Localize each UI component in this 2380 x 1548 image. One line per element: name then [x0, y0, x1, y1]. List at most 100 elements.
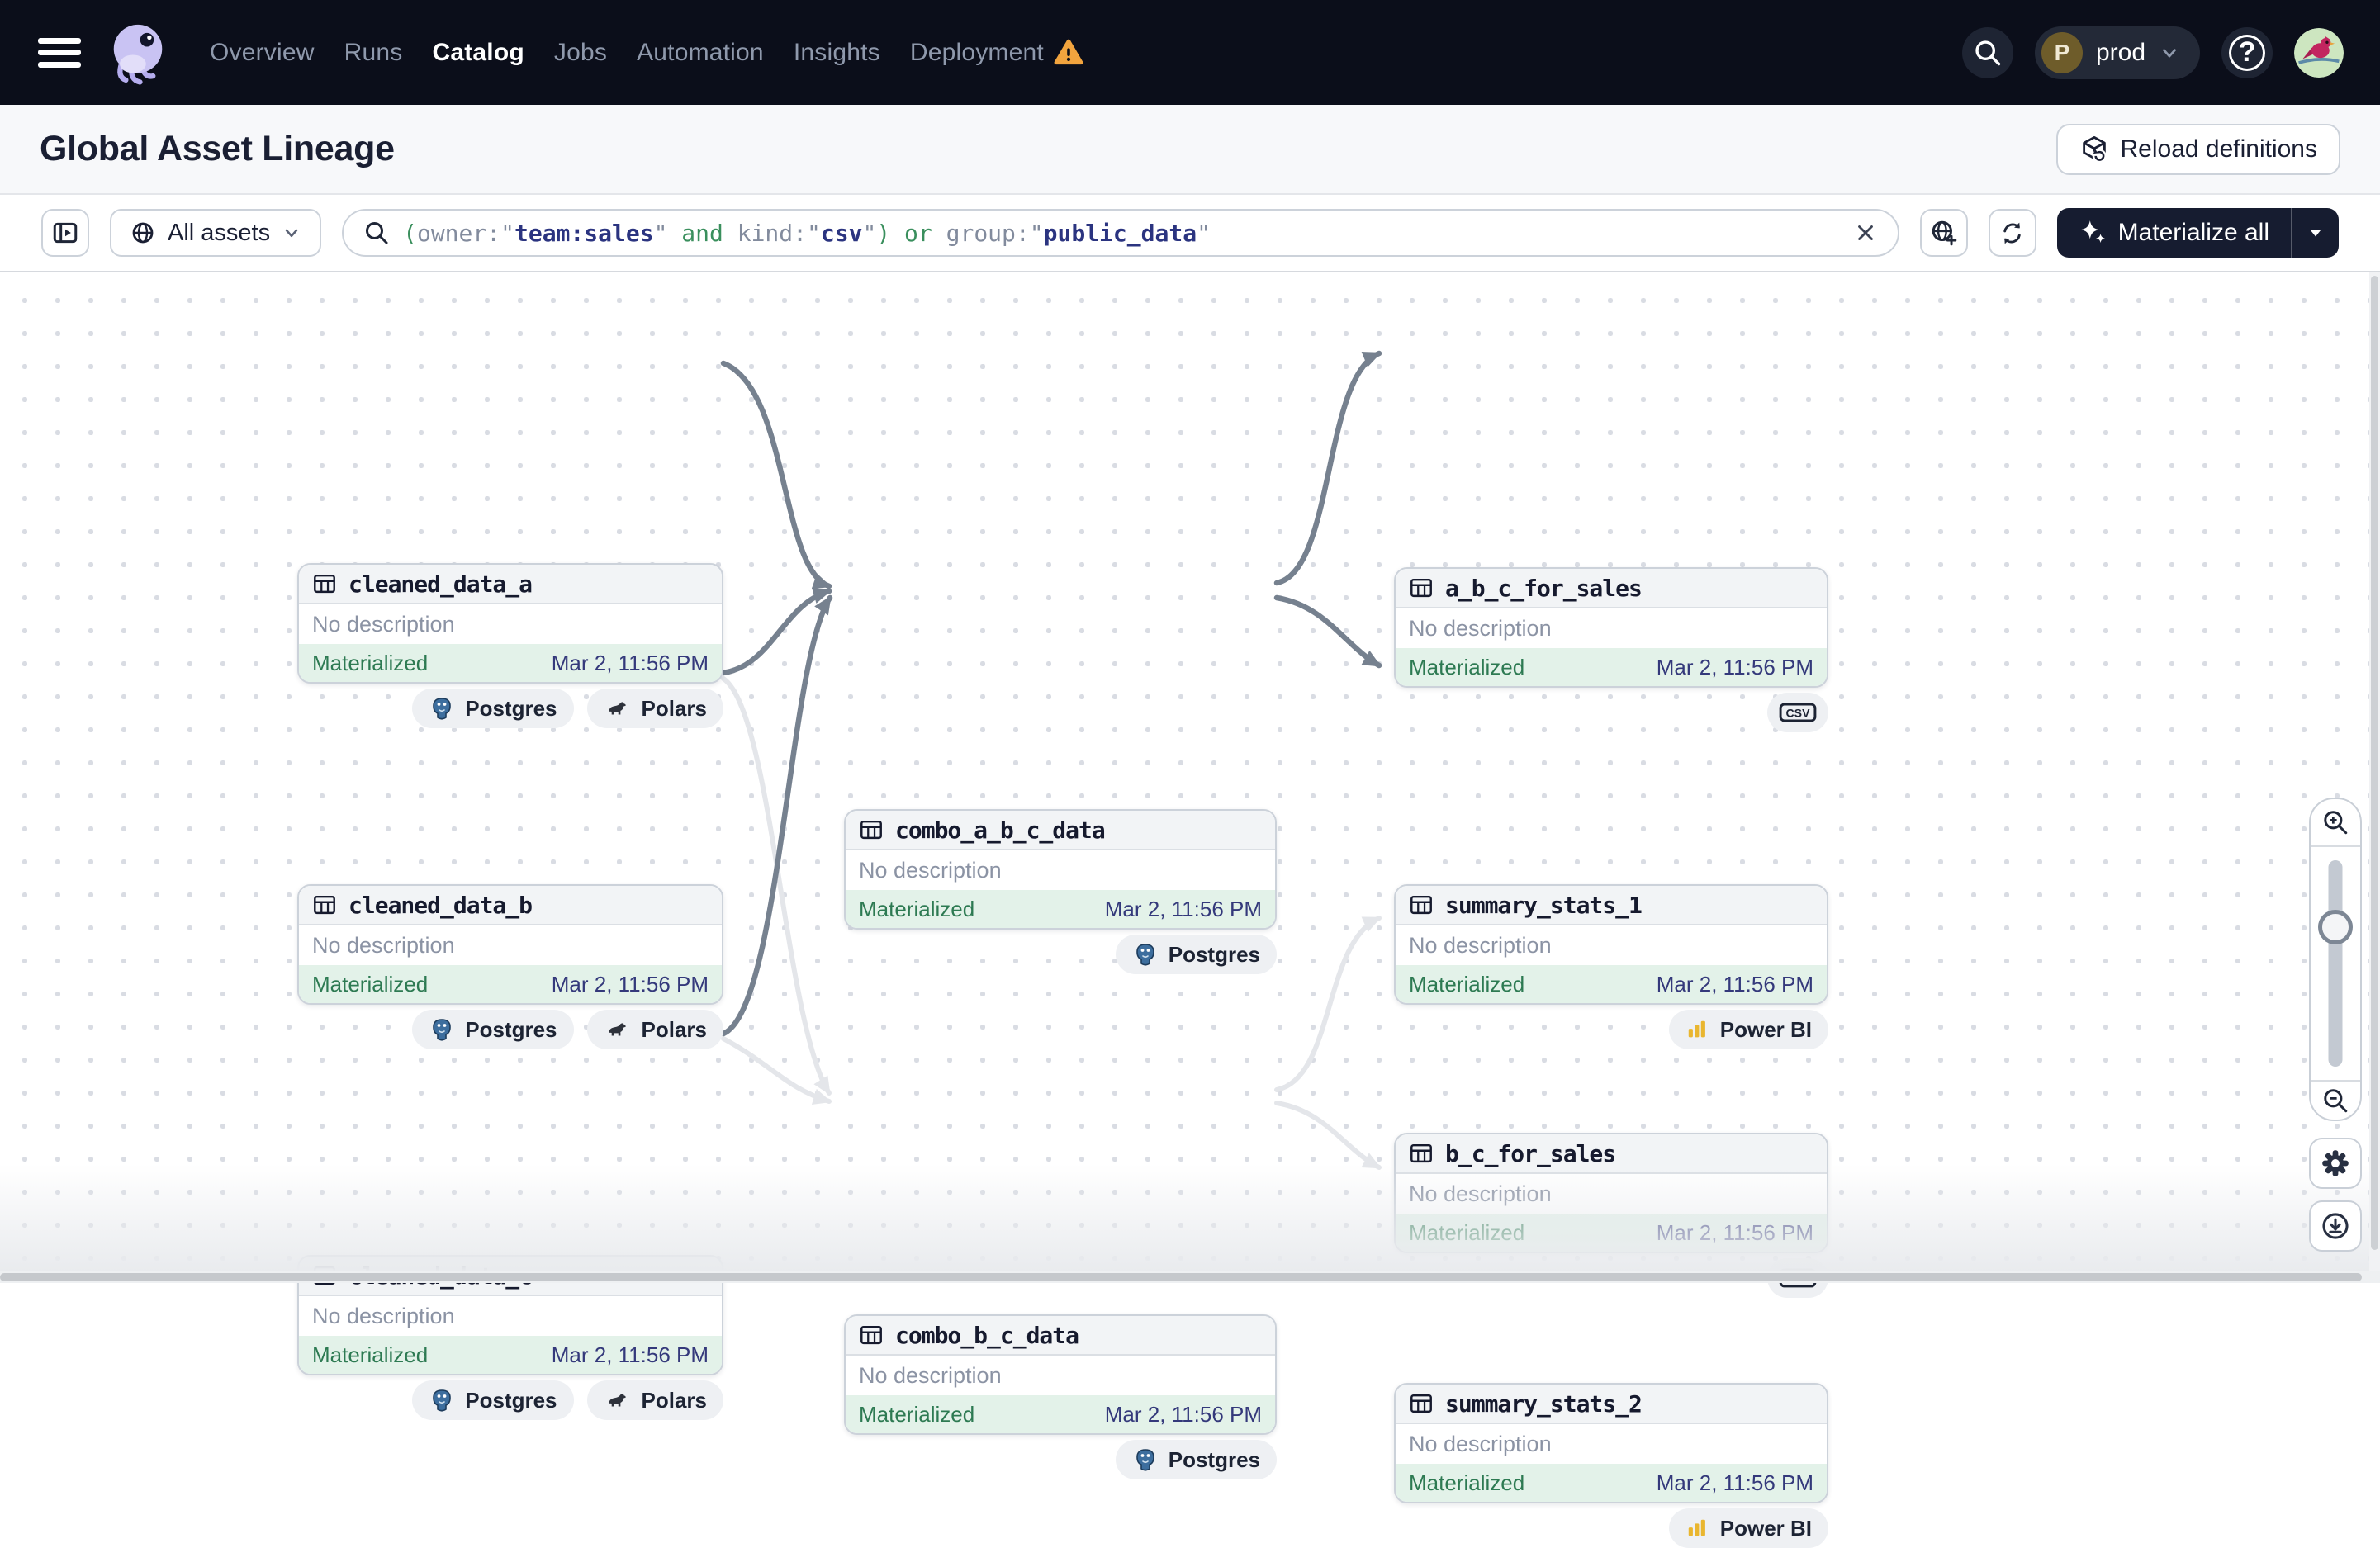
menu-icon[interactable] [38, 35, 83, 71]
edge-combo_b_c_data-b_c_for_sales [1277, 918, 1379, 1090]
asset-node-header[interactable]: cleaned_data_b [299, 886, 722, 925]
asset-status-row: Materialized Mar 2, 11:56 PM [1396, 648, 1827, 686]
asset-node-header[interactable]: b_c_for_sales [1396, 1134, 1827, 1174]
materialization-timestamp[interactable]: Mar 2, 11:56 PM [1657, 972, 1813, 997]
nav-item-insights[interactable]: Insights [794, 39, 880, 67]
asset-status-row: MaterializedMar 2, 11:56 PM [299, 1336, 722, 1374]
user-avatar[interactable] [2294, 28, 2344, 78]
kind-tag-postgres[interactable]: Postgres [1116, 935, 1277, 974]
kind-tag-polars[interactable]: Polars [587, 1380, 724, 1420]
materialization-timestamp[interactable]: Mar 2, 11:56 PM [1657, 655, 1813, 680]
asset-name: summary_stats_2 [1445, 1390, 1642, 1418]
reload-definitions-button[interactable]: Reload definitions [2056, 124, 2341, 175]
edge-combo_b_c_data-summary_stats_2 [1277, 1103, 1379, 1167]
table-icon [1409, 1391, 1434, 1416]
kind-tag-polars[interactable]: Polars [587, 689, 724, 728]
asset-search-input[interactable]: (owner:"team:sales" and kind:"csv") or g… [342, 209, 1899, 257]
environment-initial: P [2041, 32, 2083, 73]
environment-label: prod [2096, 39, 2145, 67]
kind-tag-postgres[interactable]: Postgres [1116, 1440, 1277, 1479]
kind-tag-label: Polars [642, 1388, 708, 1413]
vertical-scrollbar-thumb[interactable] [2371, 276, 2378, 1250]
lineage-canvas[interactable]: cleaned_data_a No description Materializ… [0, 272, 2380, 1283]
materialization-timestamp[interactable]: Mar 2, 11:56 PM [552, 651, 709, 676]
kind-tag-postgres[interactable]: Postgres [412, 1010, 573, 1049]
horizontal-scrollbar-thumb[interactable] [0, 1273, 2362, 1281]
powerbi-icon [1685, 1516, 1710, 1541]
materialization-timestamp[interactable]: Mar 2, 11:56 PM [1657, 1220, 1813, 1246]
materialize-all-button[interactable]: Materialize all [2057, 208, 2291, 258]
top-navbar: Overview Runs Catalog Jobs Automation In… [0, 0, 2380, 105]
search-button[interactable] [1962, 27, 2013, 78]
download-icon [2321, 1211, 2350, 1241]
nav-item-automation[interactable]: Automation [637, 39, 764, 67]
kind-tag-label: Postgres [465, 696, 557, 722]
kind-tag-postgres[interactable]: Postgres [412, 1380, 573, 1420]
asset-description: No description [1396, 1174, 1827, 1214]
asset-status-row: MaterializedMar 2, 11:56 PM [1396, 1214, 1827, 1252]
dagster-logo-icon[interactable] [106, 21, 170, 85]
edge-cleaned_data_b-combo_a_b_c_data [723, 591, 829, 673]
asset-description: No description [1396, 925, 1827, 965]
asset-node-b_c_for_sales[interactable]: b_c_for_sales No description Materialize… [1394, 1133, 1828, 1253]
asset-kind-tags: Postgres [844, 1440, 1277, 1479]
asset-node-header[interactable]: summary_stats_1 [1396, 886, 1827, 925]
materialization-timestamp[interactable]: Mar 2, 11:56 PM [1105, 1402, 1262, 1427]
materialization-timestamp[interactable]: Mar 2, 11:56 PM [1657, 1470, 1813, 1496]
zoom-slider-track[interactable] [2329, 860, 2343, 1067]
kind-tag-label: Postgres [1169, 1447, 1260, 1473]
asset-node-combo_b_c_data[interactable]: combo_b_c_data No description Materializ… [844, 1314, 1277, 1435]
nav-item-catalog[interactable]: Catalog [432, 39, 524, 67]
kind-tag-powerbi[interactable]: Power BI [1669, 1508, 1828, 1548]
help-button[interactable]: ? [2221, 27, 2273, 78]
asset-node-header[interactable]: cleaned_data_a [299, 565, 722, 604]
asset-node-cleaned_data_a[interactable]: cleaned_data_a No description Materializ… [297, 563, 723, 684]
graph-settings-button[interactable] [2309, 1138, 2362, 1189]
nav-item-overview[interactable]: Overview [210, 39, 315, 67]
kind-tag-powerbi[interactable]: Power BI [1669, 1010, 1828, 1049]
environment-switcher[interactable]: P prod [2035, 26, 2200, 79]
asset-node-cleaned_data_b[interactable]: cleaned_data_b No description Materializ… [297, 884, 723, 1005]
horizontal-scrollbar[interactable] [0, 1271, 2380, 1283]
asset-node-a_b_c_for_sales[interactable]: a_b_c_for_sales No description Materiali… [1394, 567, 1828, 688]
kind-tag-label: Polars [642, 1017, 708, 1043]
zoom-slider-handle[interactable] [2318, 910, 2353, 944]
nav-item-jobs[interactable]: Jobs [554, 39, 607, 67]
zoom-in-button[interactable] [2311, 799, 2360, 847]
status-badge: Materialized [312, 972, 428, 997]
edge-combo_a_b_c_data-summary_stats_1 [1277, 598, 1379, 665]
postgres-icon [1132, 941, 1159, 968]
nav-item-runs[interactable]: Runs [344, 39, 403, 67]
asset-node-combo_a_b_c_data[interactable]: combo_a_b_c_data No description Material… [844, 809, 1277, 930]
materialize-options-button[interactable] [2291, 208, 2339, 258]
materialization-timestamp[interactable]: Mar 2, 11:56 PM [1105, 897, 1262, 922]
asset-node-header[interactable]: combo_b_c_data [846, 1316, 1275, 1356]
nav-item-deployment[interactable]: Deployment [910, 38, 1083, 68]
open-panel-button[interactable] [41, 209, 89, 257]
status-badge: Materialized [859, 1402, 974, 1427]
asset-node-summary_stats_2[interactable]: summary_stats_2 No description Materiali… [1394, 1383, 1828, 1503]
materialization-timestamp[interactable]: Mar 2, 11:56 PM [552, 1342, 709, 1368]
vertical-scrollbar[interactable] [2369, 272, 2380, 1271]
asset-node-header[interactable]: combo_a_b_c_data [846, 811, 1275, 850]
asset-node-header[interactable]: a_b_c_for_sales [1396, 569, 1827, 608]
kind-tag-polars[interactable]: Polars [587, 1010, 724, 1049]
asset-description: No description [1396, 1424, 1827, 1464]
status-badge: Materialized [312, 651, 428, 676]
download-graph-button[interactable] [2309, 1200, 2362, 1252]
page-header: Global Asset Lineage Reload definitions [0, 105, 2380, 195]
refresh-button[interactable] [1989, 209, 2036, 257]
zoom-out-button[interactable] [2311, 1080, 2360, 1120]
zoom-slider[interactable] [2311, 847, 2360, 1080]
asset-node-summary_stats_1[interactable]: summary_stats_1 No description Materiali… [1394, 884, 1828, 1005]
kind-tag-csv[interactable] [1767, 693, 1828, 732]
status-badge: Materialized [1409, 655, 1524, 680]
clear-search-button[interactable] [1853, 220, 1878, 245]
asset-scope-dropdown[interactable]: All assets [110, 209, 321, 257]
postgres-icon [429, 1016, 455, 1043]
global-lineage-button[interactable] [1920, 209, 1968, 257]
materialization-timestamp[interactable]: Mar 2, 11:56 PM [552, 972, 709, 997]
asset-node-header[interactable]: summary_stats_2 [1396, 1385, 1827, 1424]
search-query-text[interactable]: (owner:"team:sales" and kind:"csv") or g… [403, 220, 1839, 247]
kind-tag-postgres[interactable]: Postgres [412, 689, 573, 728]
